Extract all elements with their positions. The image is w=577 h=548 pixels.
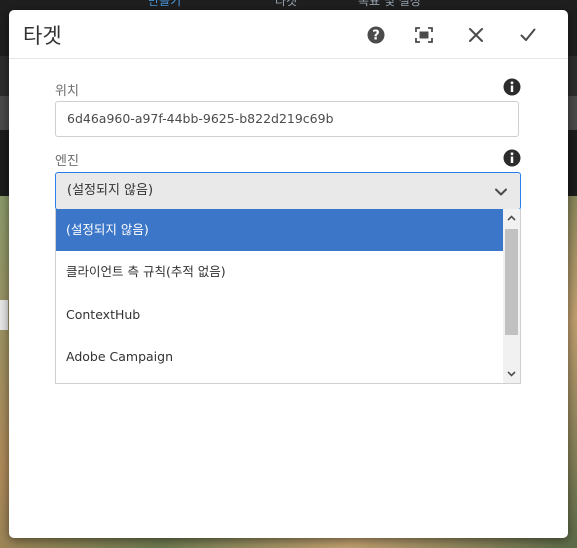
chevron-down-icon [495, 188, 507, 196]
checkmark-icon [520, 28, 536, 41]
scroll-up-icon[interactable] [506, 213, 517, 224]
info-icon[interactable] [503, 149, 521, 167]
fullscreen-button[interactable] [411, 22, 437, 48]
location-input[interactable]: 6d46a960-a97f-44bb-9625-b822d219c69b [55, 101, 519, 137]
svg-text:?: ? [372, 29, 380, 44]
location-label: 위치 [55, 84, 79, 99]
help-icon: ? [367, 26, 385, 44]
scroll-down-icon[interactable] [506, 368, 517, 379]
engine-option-not-set[interactable]: (설정되지 않음) [56, 209, 503, 251]
engine-select-value: (설정되지 않음) [67, 183, 154, 198]
confirm-button[interactable] [515, 22, 541, 48]
close-button[interactable] [463, 22, 489, 48]
engine-label: 엔진 [55, 154, 79, 169]
target-dialog: 타겟 ? 위치 6d46a960-a97f-44bb-9625-b822d219… [9, 10, 568, 538]
close-icon [469, 28, 483, 42]
background-panel-edge [0, 300, 8, 330]
engine-options-list[interactable]: (설정되지 않음) 클라이언트 측 규칙(추적 없음) ContextHub A… [55, 209, 521, 384]
engine-select[interactable]: (설정되지 않음) [55, 172, 521, 210]
background-tab-target: 타겟 [275, 0, 298, 8]
help-button[interactable]: ? [363, 22, 389, 48]
engine-option-adobe-campaign[interactable]: Adobe Campaign [56, 336, 503, 378]
engine-option-client-side[interactable]: 클라이언트 측 규칙(추적 없음) [56, 251, 503, 293]
background-tabs: 만들기 타겟 목표 및 설정 [0, 0, 577, 10]
info-icon[interactable] [503, 78, 521, 96]
dialog-title: 타겟 [23, 24, 62, 48]
dialog-header: 타겟 ? [9, 10, 568, 59]
scroll-thumb[interactable] [505, 229, 518, 335]
list-scrollbar[interactable] [503, 209, 520, 383]
background-tab-goals: 목표 및 설정 [358, 0, 421, 8]
fullscreen-icon [415, 27, 433, 43]
background-tab-create: 만들기 [148, 0, 182, 8]
engine-option-contexthub[interactable]: ContextHub [56, 294, 503, 336]
